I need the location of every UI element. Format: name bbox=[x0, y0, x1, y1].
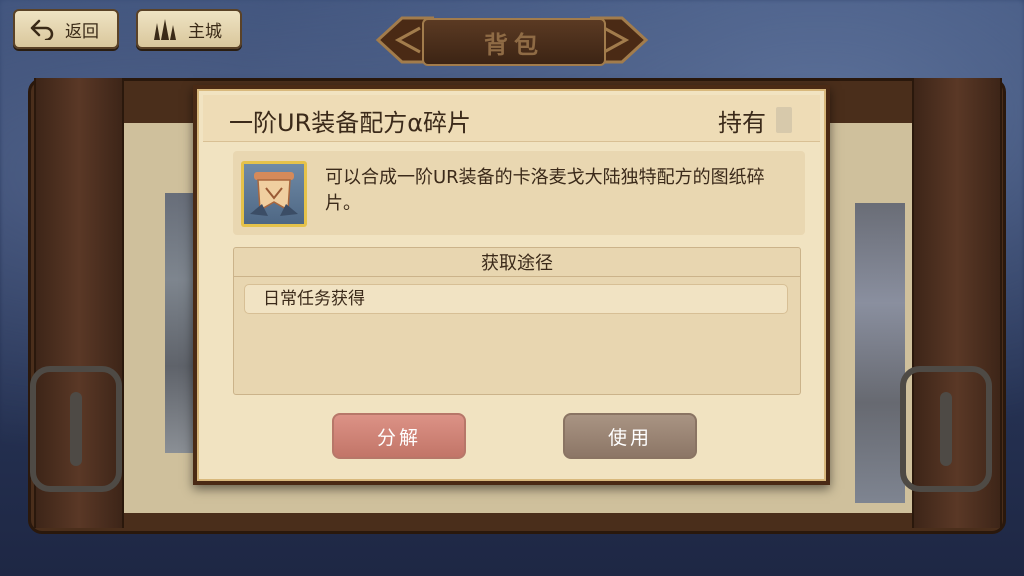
main-city-label: 主城 bbox=[188, 21, 222, 42]
acquire-header: 获取途径 bbox=[234, 248, 800, 277]
acquire-sources-panel: 获取途径 日常任务获得 bbox=[233, 247, 801, 395]
item-detail-dialog: 一阶UR装备配方α碎片 持有 可以合成一阶UR装备的卡洛麦戈大陆独特配方的图纸碎… bbox=[193, 85, 830, 485]
source-item-daily-task[interactable]: 日常任务获得 bbox=[244, 284, 788, 314]
item-description-box: 可以合成一阶UR装备的卡洛麦戈大陆独特配方的图纸碎片。 bbox=[233, 151, 805, 235]
use-button[interactable]: 使用 bbox=[563, 413, 697, 459]
right-buckle-icon bbox=[900, 366, 992, 492]
item-icon-frame bbox=[241, 161, 307, 227]
own-count bbox=[776, 107, 792, 133]
page-title: 背包 bbox=[422, 18, 606, 66]
scroll-recipe-icon bbox=[244, 164, 304, 224]
item-name: 一阶UR装备配方α碎片 bbox=[229, 109, 472, 137]
dialog-header: 一阶UR装备配方α碎片 持有 bbox=[203, 95, 820, 142]
decompose-button[interactable]: 分解 bbox=[332, 413, 466, 459]
back-arrow-icon bbox=[29, 16, 55, 42]
item-description: 可以合成一阶UR装备的卡洛麦戈大陆独特配方的图纸碎片。 bbox=[325, 167, 765, 214]
left-buckle-icon bbox=[30, 366, 122, 492]
back-label: 返回 bbox=[65, 21, 99, 42]
own-label: 持有 bbox=[718, 109, 766, 137]
main-city-button[interactable]: 主城 bbox=[136, 9, 242, 49]
page-title-plaque: 背包 bbox=[372, 12, 652, 68]
castle-icon bbox=[152, 16, 178, 42]
blurred-item-slot bbox=[855, 203, 905, 503]
back-button[interactable]: 返回 bbox=[13, 9, 119, 49]
